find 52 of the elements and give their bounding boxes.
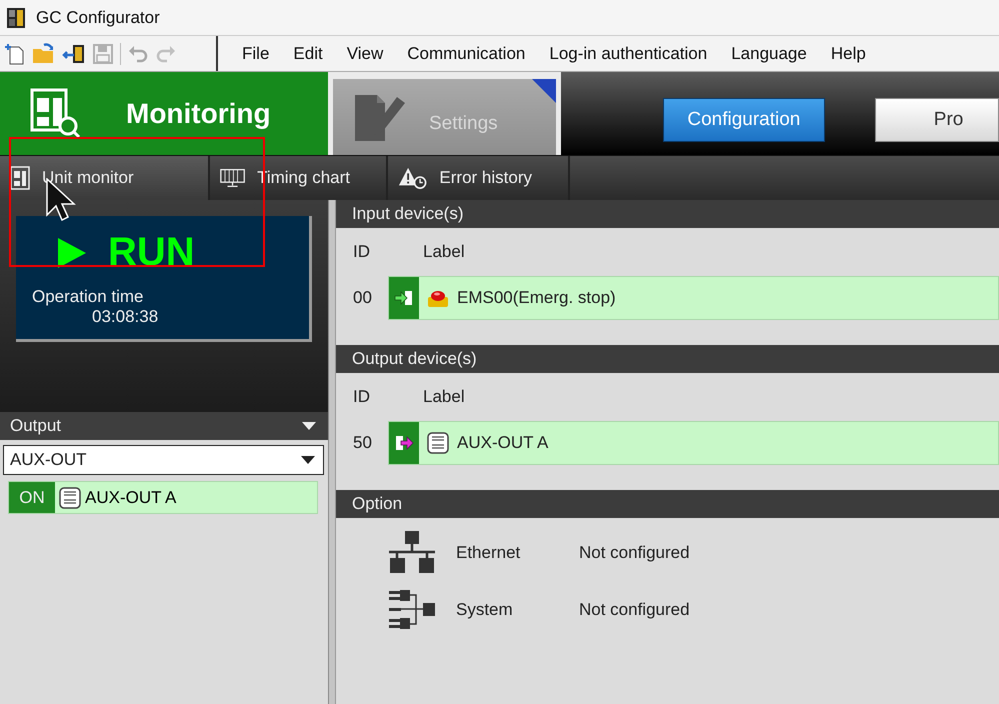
option-name: Ethernet <box>455 542 522 562</box>
section-header: Output device(s) <box>336 345 999 373</box>
mode-tab[interactable]: Monitoring <box>0 72 328 155</box>
output-panel-header[interactable]: Output <box>0 412 328 440</box>
mode-button[interactable]: Configuration <box>663 98 825 142</box>
warning-clock-icon <box>398 166 428 190</box>
exit-arrow-icon <box>394 434 414 452</box>
column-header: Label <box>423 242 465 262</box>
caret-icon[interactable] <box>302 422 316 430</box>
new-file-icon[interactable] <box>4 42 26 64</box>
operation-time-value: 03:08:38 <box>91 307 160 327</box>
device-id: 50 <box>353 433 373 453</box>
tag-icon <box>427 432 449 454</box>
caret-icon <box>301 456 315 464</box>
column-header: ID <box>353 242 371 262</box>
operation-time-label: Operation time <box>32 287 144 307</box>
menu-item[interactable]: View <box>334 44 396 64</box>
menu-item[interactable]: File <box>230 44 282 64</box>
play-icon <box>58 238 86 268</box>
option-name: System <box>455 600 514 620</box>
column-header: ID <box>353 387 371 407</box>
monitor-search-icon <box>30 88 82 140</box>
option-value: Not configured <box>579 542 690 562</box>
stop-button-icon <box>427 288 449 308</box>
unit-icon <box>10 166 30 190</box>
menu-item[interactable]: Log-in authentication <box>537 44 720 64</box>
app-icon <box>6 6 26 28</box>
view-tab[interactable]: Unit monitor <box>0 156 210 200</box>
device-row[interactable]: AUX-OUT A <box>388 421 999 465</box>
output-state-badge: ON <box>9 482 55 513</box>
run-status: RUN <box>32 230 293 275</box>
monitor-icon <box>220 167 246 189</box>
enter-arrow-icon <box>394 289 414 307</box>
menu-item[interactable]: Language <box>719 44 819 64</box>
option-value: Not configured <box>579 600 690 620</box>
device-id: 00 <box>353 288 373 308</box>
output-dropdown[interactable]: AUX-OUT <box>3 445 324 475</box>
menu-item[interactable]: Edit <box>281 44 335 64</box>
folder-icon[interactable] <box>32 42 56 64</box>
section-header: Input device(s) <box>336 200 999 228</box>
section-header: Option <box>336 490 999 518</box>
menu-item[interactable]: Help <box>818 44 878 64</box>
network-icon <box>388 530 436 576</box>
window-title: GC Configurator <box>36 8 160 28</box>
device-row[interactable]: EMS00(Emerg. stop) <box>388 276 999 320</box>
mode-button[interactable]: Pro <box>874 98 999 142</box>
output-label: AUX-OUT A <box>85 488 176 508</box>
import-icon[interactable] <box>62 42 86 64</box>
hierarchy-icon <box>388 588 436 630</box>
tag-icon <box>59 486 81 508</box>
column-header: Label <box>423 387 465 407</box>
menu-item[interactable]: Communication <box>395 44 538 64</box>
